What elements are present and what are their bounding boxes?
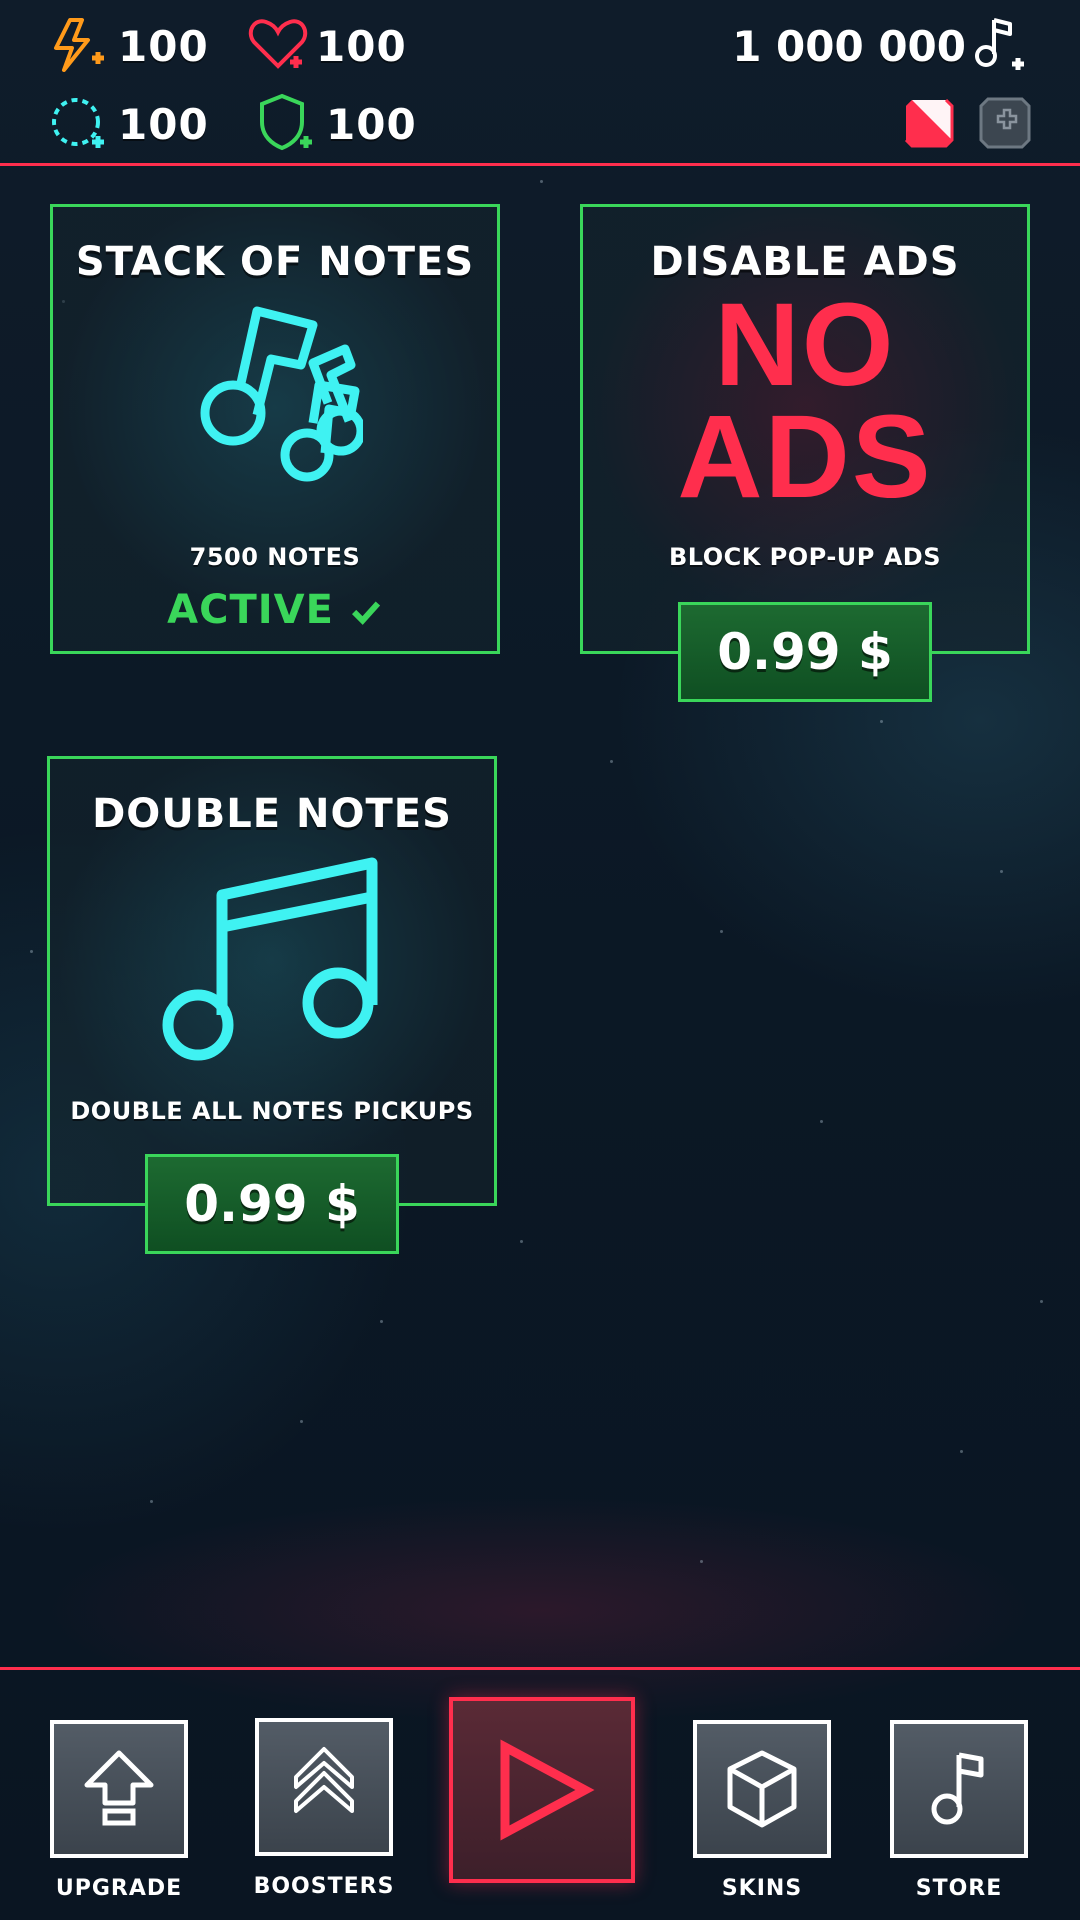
card-description: 7500 NOTES [189,543,361,571]
no-ads-line-1: NO [714,279,896,411]
store-label: STORE [915,1876,1003,1901]
disable-ads-card[interactable]: DISABLE ADS NO ADS BLOCK POP-UP ADS [580,204,1030,654]
plus-icon[interactable] [978,96,1032,150]
double-notes-card[interactable]: DOUBLE NOTES DOUBLE ALL NOTES PICKUPS [47,756,497,1206]
no-ads-graphic: NO ADS [583,279,1027,523]
flag-icon[interactable] [902,96,956,150]
music-notes-stack-icon [200,306,363,482]
skins-button[interactable] [693,1720,831,1858]
lightning-plus-icon [54,18,104,72]
cube-icon [727,1750,797,1828]
shield-stat[interactable]: 100 [256,92,417,156]
double-notes-price-button[interactable]: 0.99 $ [145,1154,399,1254]
stack-of-notes-card[interactable]: STACK OF NOTES 7500 NOTES ACTIVE [50,204,500,654]
upgrade-label: UPGRADE [55,1876,183,1901]
store-button[interactable] [890,1720,1028,1858]
notes-currency-value: 1 000 000 [732,21,966,71]
energy-stat[interactable]: 100 [48,14,209,78]
no-ads-line-2: ADS [677,391,933,523]
play-button[interactable] [449,1697,635,1883]
card-description: BLOCK POP-UP ADS [668,543,942,571]
arrow-up-icon [84,1750,154,1826]
notes-currency[interactable]: 1 000 000 [732,14,1032,78]
music-note-plus-icon [975,18,1024,70]
skins-label: SKINS [721,1876,803,1901]
shield-value: 100 [326,99,417,149]
chevrons-up-icon [294,1747,354,1813]
shield-plus-icon [260,93,312,151]
double-music-note-icon [162,857,378,1061]
lives-stat[interactable]: 100 [246,14,407,78]
boosters-label: BOOSTERS [253,1874,395,1899]
checkmark-icon [351,601,380,625]
resource-header: 100 100 100 100 1 000 000 [0,0,1080,166]
active-status: ACTIVE [53,587,497,633]
disable-ads-price-button[interactable]: 0.99 $ [678,602,932,702]
card-description: DOUBLE ALL NOTES PICKUPS [70,1097,474,1125]
music-note-icon [931,1752,984,1825]
upgrade-button[interactable] [50,1720,188,1858]
ring-stat[interactable]: 100 [48,92,209,156]
card-title: STACK OF NOTES [75,239,475,285]
ring-value: 100 [118,99,209,149]
lives-value: 100 [316,21,407,71]
active-label: ACTIVE [167,587,334,633]
heart-plus-icon [248,19,308,69]
play-icon [500,1739,595,1841]
card-title: DOUBLE NOTES [92,791,452,837]
energy-value: 100 [118,21,209,71]
ring-plus-icon [52,98,104,148]
boosters-button[interactable] [255,1718,393,1856]
